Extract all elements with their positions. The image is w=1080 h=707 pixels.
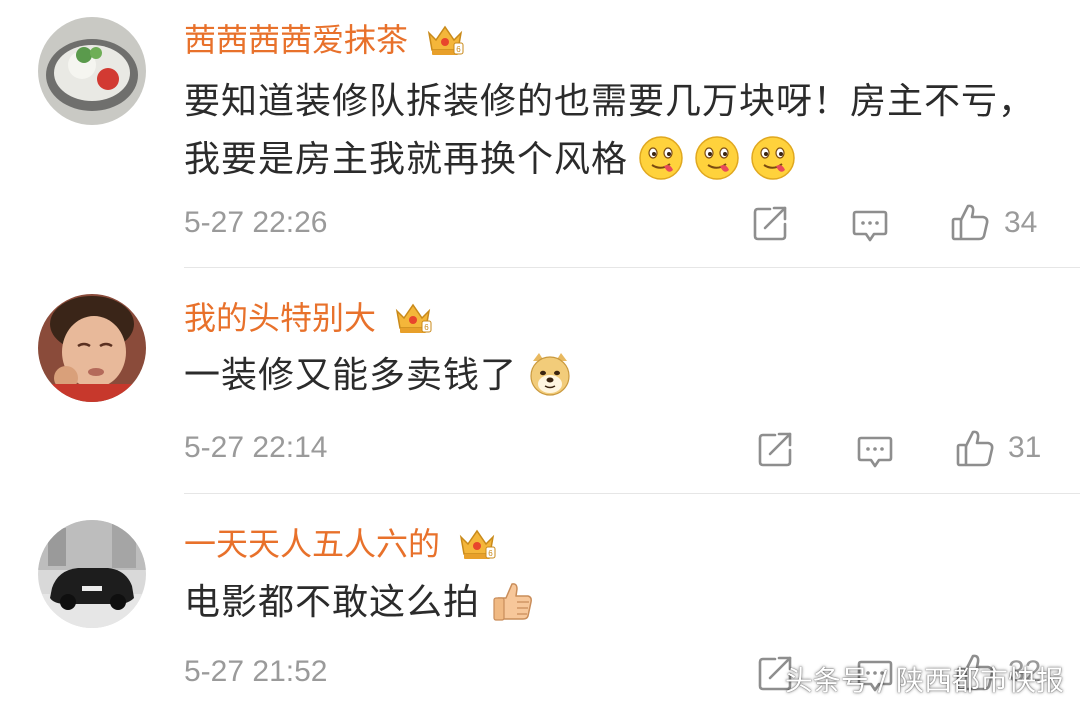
username-label[interactable]: 茜茜茜茜爱抹茶: [184, 21, 408, 59]
comment-icon[interactable]: [855, 431, 895, 471]
drool-emoji-icon: [638, 135, 684, 181]
comment-body: 一装修又能多卖钱了: [184, 355, 518, 396]
comment-item: 我的头特别大 一装修又能多卖钱了 5-27 22:14 31: [0, 268, 1080, 494]
avatar-image: [38, 294, 146, 402]
repost-icon[interactable]: [750, 203, 790, 243]
like-icon[interactable]: [950, 202, 990, 242]
vip-crown-icon: [458, 527, 496, 561]
comment-body: 要知道装修队拆装修的也需要几万块呀！房主不亏，我要是房主我就再换个风格: [184, 81, 1036, 180]
username[interactable]: 一天天人五人六的: [184, 524, 496, 564]
timestamp: 5-27 22:14: [184, 431, 328, 464]
username-label[interactable]: 一天天人五人六的: [184, 525, 440, 563]
like-count: 31: [1008, 431, 1042, 464]
timestamp: 5-27 21:52: [184, 655, 328, 688]
vip-crown-icon: [394, 301, 432, 335]
vip-crown-icon: [426, 23, 464, 57]
doge-emoji-icon: [527, 351, 573, 397]
comment-text: 要知道装修队拆装修的也需要几万块呀！房主不亏，我要是房主我就再换个风格: [184, 73, 1044, 189]
avatar[interactable]: [38, 294, 146, 402]
timestamp: 5-27 22:26: [184, 206, 328, 239]
watermark: 头条号 / 陕西都市快报: [784, 664, 1064, 697]
username[interactable]: 茜茜茜茜爱抹茶: [184, 20, 464, 60]
comment-body: 电影都不敢这么拍: [184, 582, 481, 623]
like-icon[interactable]: [955, 428, 995, 468]
avatar[interactable]: [38, 520, 146, 628]
username[interactable]: 我的头特别大: [184, 298, 432, 338]
username-label[interactable]: 我的头特别大: [184, 299, 376, 337]
like-count: 34: [1004, 206, 1038, 239]
repost-icon[interactable]: [755, 429, 795, 469]
avatar-image: [38, 17, 146, 125]
comment-text: 一装修又能多卖钱了: [184, 347, 1044, 405]
comment-item: 茜茜茜茜爱抹茶 要知道装修队拆装修的也需要几万块呀！房主不亏，我要是房主我就再换…: [0, 0, 1080, 268]
comment-icon[interactable]: [850, 205, 890, 245]
avatar[interactable]: [38, 17, 146, 125]
comment-text: 电影都不敢这么拍: [184, 574, 1044, 632]
drool-emoji-icon: [750, 135, 796, 181]
thumbs-up-emoji-icon: [490, 578, 536, 624]
avatar-image: [38, 520, 146, 628]
drool-emoji-icon: [694, 135, 740, 181]
